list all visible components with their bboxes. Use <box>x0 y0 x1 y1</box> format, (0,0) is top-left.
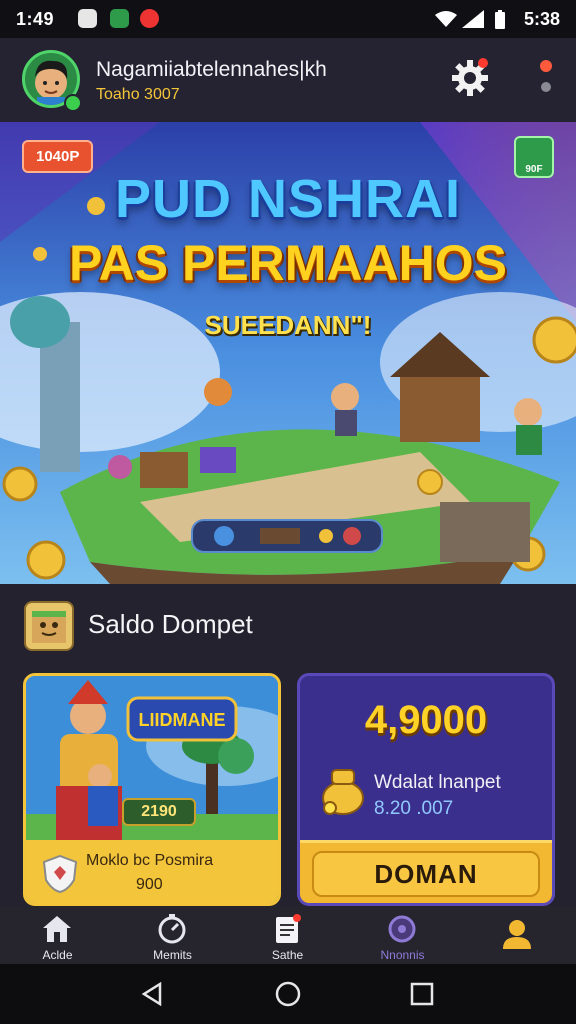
coin-bag-icon <box>322 769 364 815</box>
battery-icon <box>495 10 505 29</box>
promo-footer-value: 900 <box>136 876 163 893</box>
balance-button-area: DOMAN <box>300 840 552 903</box>
profile-icon <box>503 920 531 949</box>
nav-item-notes[interactable]: Sathe <box>230 906 345 964</box>
nav-item-profile[interactable] <box>460 906 575 964</box>
wallet-box-icon <box>24 601 74 651</box>
app-notification-icon <box>78 9 97 28</box>
nav-item-home[interactable]: Aclde <box>0 906 115 964</box>
status-bar: 1:49 5:38 <box>0 0 576 38</box>
signal-icon <box>462 10 484 28</box>
doman-button[interactable]: DOMAN <box>312 851 540 897</box>
wifi-icon <box>435 11 457 27</box>
user-subtitle: Toaho 3007 <box>96 86 180 103</box>
nav-label-timer: Memits <box>153 948 192 962</box>
recents-icon[interactable] <box>408 980 436 1008</box>
promo-logo-text: LIIDMANE <box>139 710 226 730</box>
promo-banner[interactable]: 1040P 90F PUD NSHRAI PAS PERMAAHOS SUEED… <box>0 122 576 584</box>
balance-card: 4,9000 Wdalat lnanpet 8.20 .007 DOMAN <box>297 673 555 906</box>
circle-icon <box>388 915 416 943</box>
menu-dot-icon[interactable] <box>540 60 552 72</box>
status-time: 1:49 <box>16 9 55 29</box>
app-header: Nagamiiabtelennahes|kh Toaho 3007 <box>0 38 576 122</box>
notes-icon <box>276 914 301 943</box>
home-circle-icon[interactable] <box>274 980 302 1008</box>
gallery-notification-icon <box>110 9 129 28</box>
wallet-section-title: Saldo Dompet <box>88 609 253 639</box>
promo-footer-text: Moklo bc Posmira <box>86 852 214 869</box>
balance-sub-value: 8.20 .007 <box>374 798 454 819</box>
back-icon[interactable] <box>138 980 166 1008</box>
shield-icon <box>42 854 78 894</box>
promo-card-footer: Moklo bc Posmira 900 <box>26 840 278 903</box>
balance-label: Wdalat lnanpet <box>374 772 501 793</box>
home-icon <box>43 916 71 942</box>
nav-label-home: Aclde <box>42 948 73 962</box>
banner-title-line1: PUD NSHRAI <box>114 169 462 229</box>
timer-icon <box>158 914 186 944</box>
promo-logo: LIIDMANE <box>126 696 238 742</box>
menu-dot-secondary-icon <box>541 82 551 92</box>
bottom-navigation: Aclde Memits Sathe Nnonnis <box>0 906 576 964</box>
nav-item-circle[interactable]: Nnonnis <box>345 906 460 964</box>
notification-badge <box>478 58 488 68</box>
promo-badge: 2190 <box>122 798 196 826</box>
nav-item-timer[interactable]: Memits <box>115 906 230 964</box>
system-navigation-bar <box>0 964 576 1024</box>
banner-subtitle: SUEEDANN"! <box>204 310 372 340</box>
mail-notification-icon <box>140 9 159 28</box>
nav-label-circle: Nnonnis <box>380 948 425 962</box>
online-status-dot <box>64 94 82 112</box>
status-clock-right: 5:38 <box>523 9 560 29</box>
username: Nagamiiabtelennahes|kh <box>96 58 327 81</box>
balance-amount: 4,9000 <box>364 698 488 742</box>
nav-label-notes: Sathe <box>271 948 304 962</box>
promo-card[interactable]: LIIDMANE 2190 Moklo bc Posmira 900 <box>23 673 281 906</box>
banner-title-line2: PAS PERMAAHOS <box>68 235 507 291</box>
